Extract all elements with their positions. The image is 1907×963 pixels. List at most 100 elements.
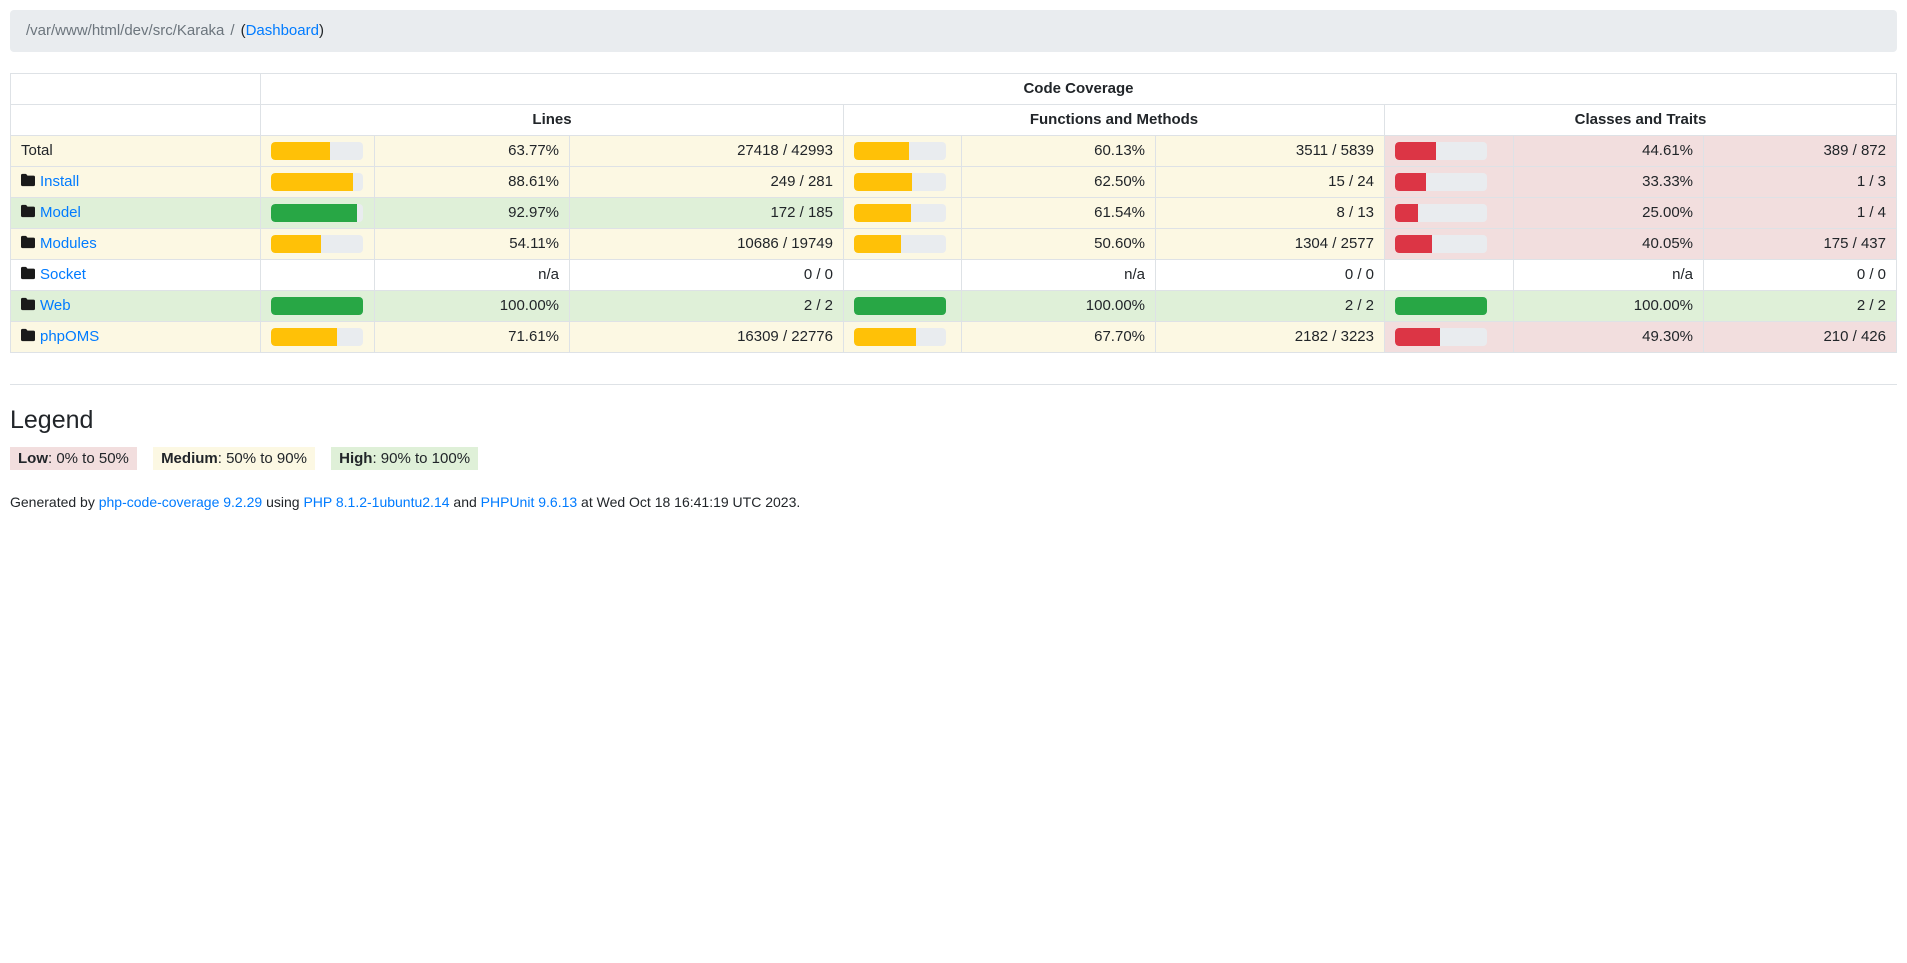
functions-bar-cell [844,198,962,229]
progress-track [854,235,946,253]
lines-number-cell: 249 / 281 [570,167,844,198]
close-paren: ) [319,22,324,39]
classes-bar-cell [1385,260,1514,291]
legend-item-medium: Medium: 50% to 90% [153,447,315,470]
functions-bar-cell [844,167,962,198]
progress-track [271,204,363,222]
footer-text: Generated by [10,494,99,510]
php-version-link[interactable]: PHP 8.1.2-1ubuntu2.14 [303,494,449,510]
progress-track [271,142,363,160]
functions-header: Functions and Methods [844,105,1385,136]
footer-text: at Wed Oct 18 16:41:19 UTC 2023. [577,494,800,510]
directory-link[interactable]: Install [40,173,79,190]
lines-percent-cell: 71.61% [375,322,570,353]
progress-track [854,297,946,315]
item-name-cell: Socket [11,260,261,291]
progress-bar [1395,235,1432,253]
coverage-table: Code Coverage Lines Functions and Method… [10,73,1897,353]
functions-percent-cell: 67.70% [962,322,1156,353]
folder-icon [21,328,35,342]
functions-number-cell: 3511 / 5839 [1156,136,1385,167]
lines-bar-cell [261,260,375,291]
lines-bar-cell [261,291,375,322]
classes-percent-cell: 49.30% [1514,322,1704,353]
classes-number-cell: 1 / 4 [1704,198,1897,229]
classes-number-cell: 1 / 3 [1704,167,1897,198]
breadcrumb-separator: / [224,22,240,39]
progress-bar [854,173,912,191]
functions-percent-cell: 62.50% [962,167,1156,198]
classes-number-cell: 175 / 437 [1704,229,1897,260]
legend-item-range: : 90% to 100% [372,450,470,467]
progress-track [1395,297,1487,315]
directory-link[interactable]: Socket [40,266,86,283]
empty-header-cell [11,74,261,105]
item-name-cell: Install [11,167,261,198]
progress-track [1395,173,1487,191]
progress-bar [271,142,330,160]
legend-item-high: High: 90% to 100% [331,447,478,470]
folder-icon [21,297,35,311]
progress-track [271,297,363,315]
generator-footer: Generated by php-code-coverage 9.2.29 us… [10,494,1897,511]
legend-item-label: Medium [161,450,218,467]
functions-bar-cell [844,136,962,167]
table-title-row: Code Coverage [11,74,1897,105]
functions-percent-cell: 50.60% [962,229,1156,260]
progress-track [1395,142,1487,160]
classes-number-cell: 2 / 2 [1704,291,1897,322]
table-row-install: Install 88.61% 249 / 281 62.50% 15 / 24 … [11,167,1897,198]
footer-text: using [262,494,303,510]
progress-bar [271,297,363,315]
classes-percent-cell: 44.61% [1514,136,1704,167]
progress-track [1395,235,1487,253]
lines-bar-cell [261,136,375,167]
lines-number-cell: 16309 / 22776 [570,322,844,353]
php-code-coverage-link[interactable]: php-code-coverage 9.2.29 [99,494,262,510]
progress-track [854,173,946,191]
lines-number-cell: 0 / 0 [570,260,844,291]
directory-link[interactable]: phpOMS [40,328,99,345]
directory-link[interactable]: Model [40,204,81,221]
lines-bar-cell [261,167,375,198]
item-name-cell: Modules [11,229,261,260]
classes-bar-cell [1385,136,1514,167]
lines-percent-cell: 100.00% [375,291,570,322]
functions-bar-cell [844,291,962,322]
table-row-socket: Socket n/a 0 / 0 n/a 0 / 0 n/a 0 / 0 [11,260,1897,291]
lines-bar-cell [261,198,375,229]
directory-link[interactable]: Modules [40,235,97,252]
lines-number-cell: 10686 / 19749 [570,229,844,260]
item-name-cell: Model [11,198,261,229]
functions-number-cell: 15 / 24 [1156,167,1385,198]
item-name-cell: Total [11,136,261,167]
legend-item-range: : 50% to 90% [218,450,307,467]
table-title: Code Coverage [261,74,1897,105]
table-row-web: Web 100.00% 2 / 2 100.00% 2 / 2 100.00% … [11,291,1897,322]
item-name-cell: Web [11,291,261,322]
legend-item-low: Low: 0% to 50% [10,447,137,470]
phpunit-link[interactable]: PHPUnit 9.6.13 [481,494,578,510]
table-group-header-row: Lines Functions and Methods Classes and … [11,105,1897,136]
functions-number-cell: 8 / 13 [1156,198,1385,229]
folder-icon [21,173,35,187]
functions-number-cell: 2 / 2 [1156,291,1385,322]
progress-bar [854,204,911,222]
progress-track [1395,328,1487,346]
directory-link[interactable]: Web [40,297,71,314]
legend-title: Legend [10,406,1897,435]
functions-percent-cell: 60.13% [962,136,1156,167]
progress-bar [854,142,909,160]
item-name-cell: phpOMS [11,322,261,353]
legend: Low: 0% to 50% Medium: 50% to 90% High: … [10,447,1897,470]
functions-number-cell: 2182 / 3223 [1156,322,1385,353]
classes-number-cell: 389 / 872 [1704,136,1897,167]
classes-number-cell: 210 / 426 [1704,322,1897,353]
classes-header: Classes and Traits [1385,105,1897,136]
progress-bar [271,328,337,346]
lines-percent-cell: n/a [375,260,570,291]
classes-percent-cell: n/a [1514,260,1704,291]
breadcrumb-path: /var/www/html/dev/src/Karaka [26,22,224,39]
classes-number-cell: 0 / 0 [1704,260,1897,291]
dashboard-link[interactable]: Dashboard [246,22,319,39]
